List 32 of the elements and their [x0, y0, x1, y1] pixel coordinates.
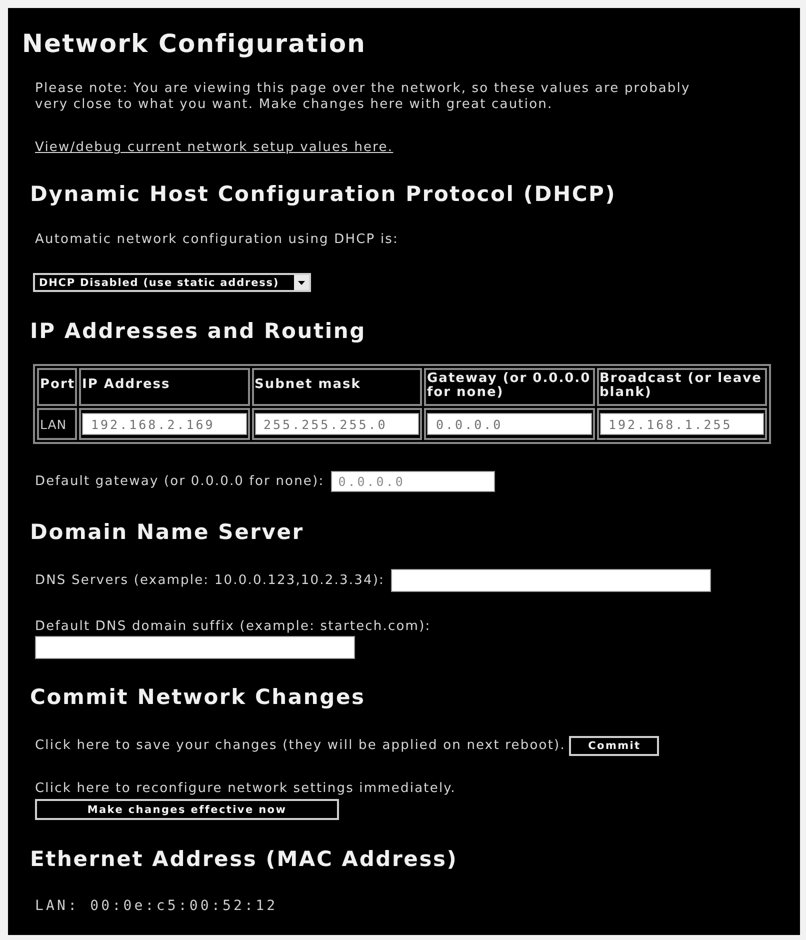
address-field[interactable]: 0.0.0.0 — [427, 413, 592, 435]
column-header: Port — [37, 368, 77, 406]
field-label: DNS Servers (example: 10.0.0.123,10.2.3.34): — [35, 572, 384, 588]
default-gateway-label: Default gateway (or 0.0.0.0 for none): — [35, 474, 324, 490]
field-label: Default DNS domain suffix (example: startech.com): — [35, 619, 431, 635]
section-heading: Ethernet Address (MAC Address) — [30, 846, 458, 872]
dhcp-select[interactable]: DHCP Disabled (use static address) — [33, 273, 311, 292]
section-heading: Dynamic Host Configuration Protocol (DHCP) — [30, 181, 616, 207]
input-field[interactable] — [35, 636, 355, 659]
page-title: Network Configuration — [22, 30, 366, 58]
address-field[interactable]: 255.255.255.0 — [254, 413, 419, 435]
instruction-text: Click here to reconfigure network settings immediately. — [35, 781, 456, 797]
address-field[interactable]: 192.168.2.169 — [82, 413, 246, 435]
dhcp-label: Automatic network configuration using DHCP is: — [35, 232, 399, 248]
column-header: Broadcast (or leave blank) — [596, 368, 767, 406]
column-header: IP Address — [79, 368, 250, 406]
apply-button[interactable]: Make changes effective now — [35, 799, 339, 820]
instruction-text: Click here to save your changes (they will be applied on next reboot). — [35, 738, 566, 754]
section-heading: Commit Network Changes — [30, 684, 366, 710]
section-heading: Domain Name Server — [30, 519, 304, 545]
default-gateway-field[interactable]: 0.0.0.0 — [331, 471, 496, 492]
column-header: Gateway (or 0.0.0.0 for none) — [424, 368, 594, 406]
caret-icon — [294, 275, 309, 290]
port-cell: LAN — [37, 408, 77, 440]
debug-link[interactable]: View/debug current network setup values here. — [35, 140, 394, 156]
section-heading: IP Addresses and Routing — [30, 318, 366, 344]
address-field[interactable]: 192.168.1.255 — [600, 413, 764, 435]
input-field[interactable] — [390, 569, 710, 592]
commit-button[interactable]: Commit — [569, 736, 660, 756]
column-header: Subnet mask — [252, 368, 422, 406]
notice-text: Please note: You are viewing this page over the network, so these values are probably very close to what you want. Make changes here with great caution. — [35, 81, 692, 113]
mac-address-text: LAN: 00:0e:c5:00:52:12 — [35, 897, 278, 915]
